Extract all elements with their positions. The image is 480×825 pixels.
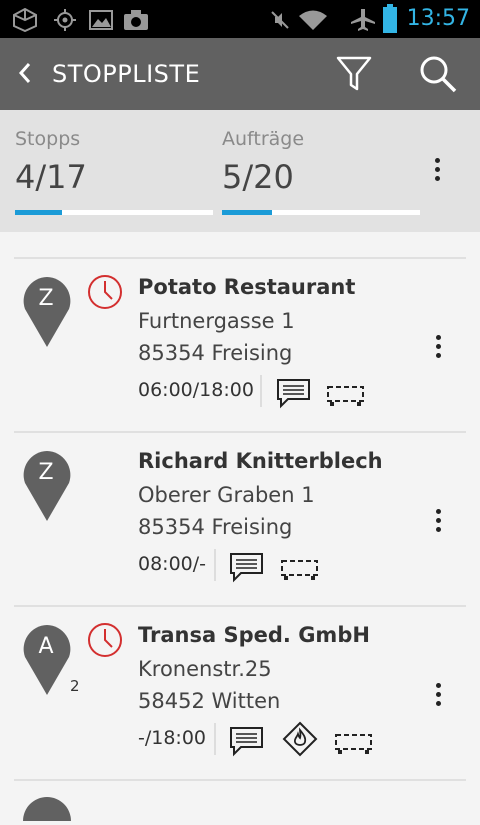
note-icon[interactable] <box>229 551 265 583</box>
clock-time: 13:57 <box>406 6 470 31</box>
orders-label: Aufträge <box>222 128 305 150</box>
pallet-icon <box>335 734 372 754</box>
stop-name: Transa Sped. GmbH <box>138 623 370 647</box>
search-icon[interactable] <box>418 54 458 94</box>
muted-icon <box>271 11 289 29</box>
pin-label: A <box>38 634 54 659</box>
note-icon[interactable] <box>276 377 312 409</box>
stop-time-window: 08:00/- <box>138 553 207 575</box>
hazmat-flame-icon <box>282 721 318 757</box>
stop-overflow-menu-icon[interactable] <box>436 335 442 362</box>
stop-row[interactable]: Z Richard Knitterblech Oberer Graben 1 8… <box>14 431 466 605</box>
stops-progress-bar <box>15 210 213 215</box>
stops-summary: Stopps 4/17 <box>15 128 87 196</box>
stop-time-window: 06:00/18:00 <box>138 379 254 401</box>
page-title: STOPPLISTE <box>52 60 201 88</box>
wifi-icon <box>299 10 327 30</box>
cube-icon <box>13 8 37 32</box>
orders-progress-fill <box>222 210 272 215</box>
back-arrow-icon[interactable] <box>14 58 36 88</box>
camera-icon <box>124 10 148 30</box>
stop-name: Richard Knitterblech <box>138 449 383 473</box>
app-bar: STOPPLISTE <box>0 38 480 110</box>
pallet-icon <box>281 560 318 580</box>
pallet-icon <box>327 386 364 406</box>
gps-icon <box>54 9 76 31</box>
pin-label: Z <box>38 460 54 485</box>
airplane-icon <box>351 9 375 31</box>
divider <box>214 549 216 581</box>
status-bar: 13:57 <box>0 0 480 38</box>
note-icon[interactable] <box>229 725 265 757</box>
stop-time-window: -/18:00 <box>138 727 207 749</box>
orders-progress-bar <box>222 210 420 215</box>
clock-icon <box>88 275 122 309</box>
stop-name: Potato Restaurant <box>138 275 356 299</box>
divider <box>260 375 262 407</box>
summary-overflow-menu-icon[interactable] <box>435 158 441 185</box>
battery-icon <box>383 4 397 33</box>
stop-street: Kronenstr.25 <box>138 657 272 681</box>
orders-value: 5/20 <box>222 158 294 196</box>
stop-street: Furtnergasse 1 <box>138 309 295 333</box>
stop-city: 58452 Witten <box>138 689 281 713</box>
stop-street: Oberer Graben 1 <box>138 483 315 507</box>
stop-overflow-menu-icon[interactable] <box>436 509 442 536</box>
stop-row[interactable] <box>14 779 466 821</box>
stop-city: 85354 Freising <box>138 515 293 539</box>
stop-city: 85354 Freising <box>138 341 293 365</box>
stops-progress-fill <box>15 210 62 215</box>
stop-overflow-menu-icon[interactable] <box>436 683 442 710</box>
clock-icon <box>88 623 122 657</box>
stops-value: 4/17 <box>15 158 87 196</box>
orders-summary: Aufträge 5/20 <box>222 128 304 196</box>
divider <box>214 723 216 755</box>
summary-panel: Stopps 4/17 Aufträge 5/20 <box>0 110 480 232</box>
stop-row[interactable]: Z Potato Restaurant Furtnergasse 1 85354… <box>14 257 466 431</box>
stop-row[interactable]: A 2 Transa Sped. GmbH Kronenstr.25 58452… <box>14 605 466 779</box>
stops-label: Stopps <box>15 128 81 150</box>
filter-icon[interactable] <box>334 54 374 94</box>
gallery-icon <box>89 10 113 30</box>
pin-count: 2 <box>70 677 80 695</box>
pin-label: Z <box>38 286 54 311</box>
